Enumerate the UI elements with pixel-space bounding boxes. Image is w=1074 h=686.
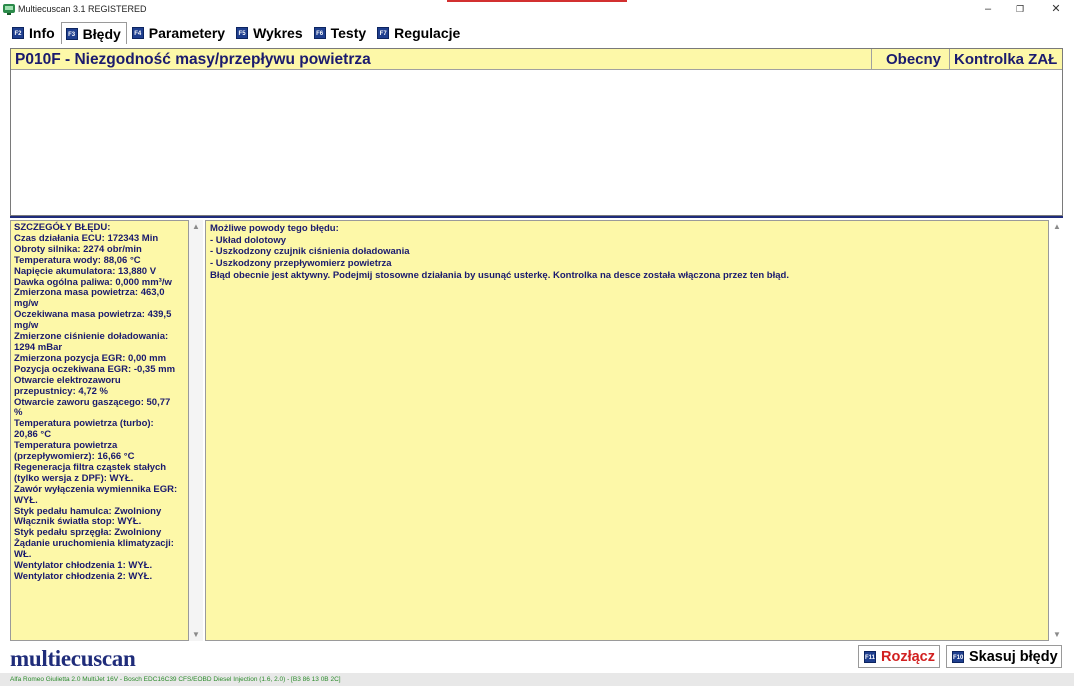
detail-line: Wentylator chłodzenia 2: WYŁ.: [14, 571, 153, 582]
maximize-button[interactable]: ❐: [1004, 0, 1036, 18]
possible-causes-panel: Możliwe powody tego błędu: - Układ doloto…: [205, 220, 1049, 641]
detail-line: Otwarcie zaworu gaszącego: 50,77: [14, 396, 171, 408]
tab-adjustments[interactable]: F7 Regulacje: [372, 22, 466, 43]
status-bar: Alfa Romeo Giulietta 2.0 MultiJet 16V - …: [0, 673, 1074, 686]
scroll-down-icon[interactable]: ▼: [189, 630, 203, 639]
tab-info[interactable]: F2 Info: [7, 22, 61, 43]
error-row-selected[interactable]: P010F - Niezgodność masy/przepływu powie…: [11, 49, 1062, 70]
tab-label: Błędy: [82, 25, 121, 42]
tab-label: Wykres: [253, 24, 303, 41]
scroll-down-icon[interactable]: ▼: [1050, 630, 1064, 639]
close-button[interactable]: ✕: [1040, 0, 1072, 18]
error-list[interactable]: P010F - Niezgodność masy/przepływu powie…: [10, 48, 1063, 216]
error-status-mil: Kontrolka ZAŁ: [949, 49, 1062, 69]
cause-line: - Uszkodzony czujnik ciśnienia doładowan…: [210, 246, 410, 258]
window-title: Multiecuscan 3.1 REGISTERED: [18, 4, 147, 14]
scroll-up-icon[interactable]: ▲: [189, 222, 203, 231]
f7-key-icon: F7: [377, 26, 390, 39]
causes-scrollbar[interactable]: ▲ ▼: [1050, 220, 1064, 641]
detail-line: Zmierzona masa powietrza: 463,0: [14, 287, 165, 299]
tab-label: Testy: [330, 24, 367, 41]
detail-line: Oczekiwana masa powietrza: 439,5: [14, 309, 172, 321]
f11-key-icon: F11: [864, 650, 876, 663]
detail-line: Otwarcie elektrozaworu: [14, 374, 121, 386]
clear-errors-label: Skasuj błędy: [969, 648, 1058, 665]
cause-line: Możliwe powody tego błędu:: [210, 223, 339, 234]
minimize-button[interactable]: –: [972, 0, 1004, 18]
tab-bar: F2 Info F3 Błędy F4 Parametery F5 Wykres…: [7, 22, 466, 44]
f5-key-icon: F5: [236, 26, 249, 39]
splitter[interactable]: [10, 216, 1063, 218]
multiecuscan-logo: multiecuscan: [10, 646, 136, 671]
tab-label: Parametery: [148, 24, 226, 41]
tab-label: Regulacje: [394, 24, 461, 41]
error-code-description: P010F - Niezgodność masy/przepływu powie…: [15, 51, 371, 68]
detail-line: Napięcie akumulatora: 13,880 V: [14, 265, 157, 277]
title-accent-bar: [447, 0, 627, 2]
tab-parameters[interactable]: F4 Parametery: [127, 22, 231, 43]
f10-key-icon: F10: [952, 650, 964, 663]
tab-tests[interactable]: F6 Testy: [309, 22, 373, 43]
detail-line: WYŁ.: [14, 494, 38, 506]
f6-key-icon: F6: [313, 26, 326, 39]
detail-line: Zawór wyłączenia wymiennika EGR:: [14, 483, 178, 495]
details-scrollbar[interactable]: ▲ ▼: [189, 220, 203, 641]
cause-line: Błąd obecnie jest aktywny. Podejmij stos…: [210, 269, 789, 281]
clear-errors-button[interactable]: F10 Skasuj błędy: [946, 645, 1062, 668]
error-status-present: Obecny: [871, 49, 949, 69]
scroll-up-icon[interactable]: ▲: [1050, 222, 1064, 231]
tab-errors[interactable]: F3 Błędy: [60, 22, 127, 44]
detail-line: przepustnicy: 4,72 %: [14, 385, 108, 397]
detail-line: Żądanie uruchomienia klimatyzacji:: [14, 538, 174, 550]
title-bar: Multiecuscan 3.1 REGISTERED – ❐ ✕: [0, 0, 1074, 22]
tab-label: Info: [29, 24, 55, 41]
f2-key-icon: F2: [12, 26, 24, 39]
f4-key-icon: F4: [131, 26, 144, 39]
app-icon: [3, 4, 15, 15]
tab-graph[interactable]: F5 Wykres: [231, 22, 309, 43]
disconnect-label: Rozłącz: [881, 648, 935, 665]
error-details-panel: SZCZEGÓŁY BŁĘDU: Czas działania ECU: 1723…: [10, 220, 189, 641]
f3-key-icon: F3: [65, 27, 78, 40]
detail-line: Temperatura wody: 88,06 °C: [14, 254, 141, 266]
disconnect-button[interactable]: F11 Rozłącz: [858, 645, 940, 668]
cause-line: - Układ dolotowy: [210, 234, 286, 246]
cause-line: - Uszkodzony przepływomierz powietrza: [210, 258, 392, 270]
